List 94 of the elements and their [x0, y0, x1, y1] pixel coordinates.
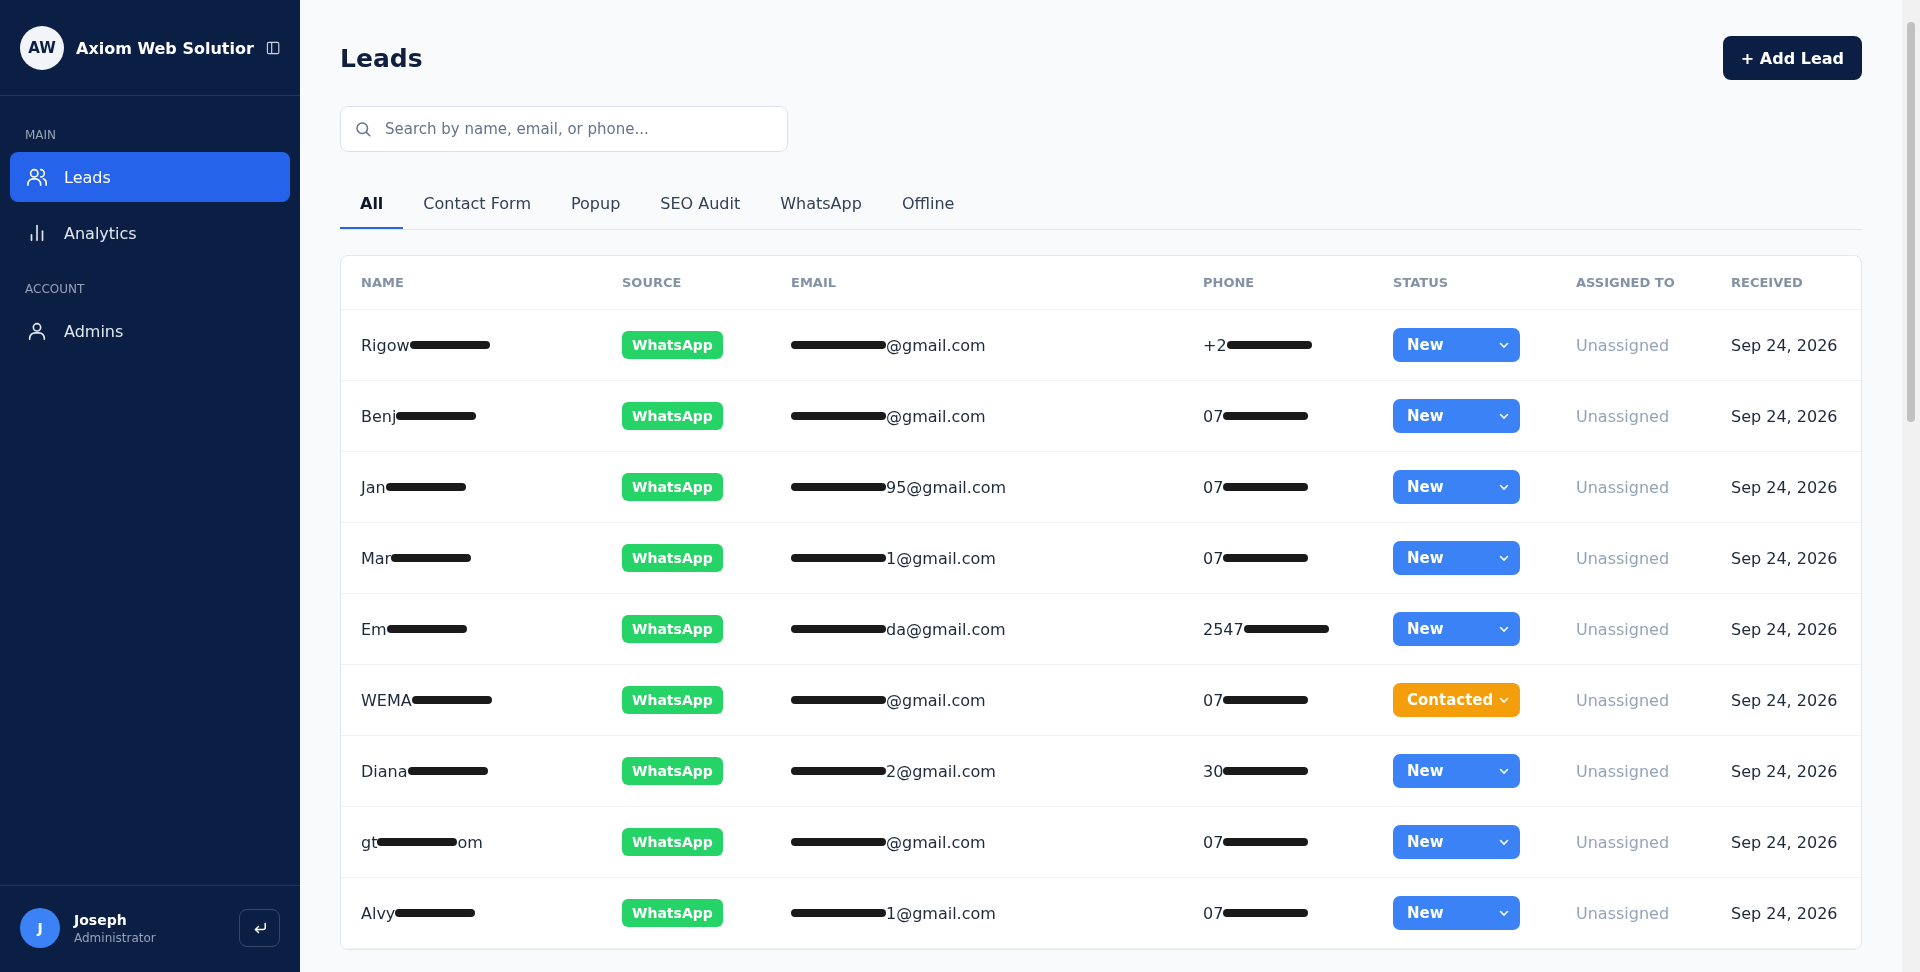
column-header: PHONE: [1203, 275, 1256, 290]
source-badge: WhatsApp: [622, 473, 723, 501]
assignee-text: Unassigned: [1576, 477, 1670, 497]
status-dropdown[interactable]: New: [1393, 541, 1520, 575]
cell-text: 95@gmail.com: [886, 477, 1007, 497]
assignee-text: Unassigned: [1576, 548, 1670, 568]
source-badge: WhatsApp: [622, 828, 723, 856]
date-text: Sep 24, 2026: [1731, 477, 1838, 497]
status-dropdown[interactable]: New: [1393, 470, 1520, 504]
status-dropdown[interactable]: New: [1393, 896, 1520, 930]
date-text: Sep 24, 2026: [1731, 406, 1838, 426]
status-dropdown[interactable]: New: [1393, 825, 1520, 859]
section-title: ACCOUNT: [24, 281, 86, 298]
cell-text: 2547: [1203, 619, 1244, 639]
cell-text: Jan: [361, 477, 386, 497]
filter-tab[interactable]: All: [340, 182, 404, 229]
assignee-text: Unassigned: [1576, 903, 1670, 923]
cell-text: WEMA: [361, 690, 412, 710]
source-badge: WhatsApp: [622, 402, 723, 430]
users-icon: [26, 166, 48, 188]
assignee-text: Unassigned: [1576, 335, 1670, 355]
source-badge: WhatsApp: [622, 331, 723, 359]
status-dropdown[interactable]: New: [1393, 399, 1520, 433]
filter-tab[interactable]: Offline: [881, 182, 975, 229]
nav-item[interactable]: Admins: [10, 306, 290, 356]
assignee-text: Unassigned: [1576, 406, 1670, 426]
cell-text: 07: [1203, 477, 1224, 497]
source-badge: WhatsApp: [622, 899, 723, 927]
date-text: Sep 24, 2026: [1731, 832, 1838, 852]
user-icon: [26, 320, 48, 342]
cell-text: om: [457, 832, 483, 852]
cell-text: @gmail.com: [886, 690, 986, 710]
cell-text: 2@gmail.com: [886, 761, 996, 781]
column-header: SOURCE: [622, 275, 683, 290]
cell-text: Alvy: [361, 903, 396, 923]
page-title: Leads: [340, 43, 423, 73]
cell-text: 1@gmail.com: [886, 548, 996, 568]
cell-text: Em: [361, 619, 387, 639]
brand-logo: AW: [20, 26, 64, 70]
date-text: Sep 24, 2026: [1731, 761, 1838, 781]
user-role: Administrator: [74, 930, 156, 945]
column-header: RECEIVED: [1731, 275, 1804, 290]
cell-text: @gmail.com: [886, 832, 986, 852]
filter-tab[interactable]: SEO Audit: [640, 182, 761, 229]
cell-text: 07: [1203, 903, 1224, 923]
date-text: Sep 24, 2026: [1731, 903, 1838, 923]
cell-text: 30: [1203, 761, 1224, 781]
nav-item[interactable]: Analytics: [10, 208, 290, 258]
filter-tab[interactable]: WhatsApp: [760, 182, 882, 229]
cell-text: 07: [1203, 832, 1224, 852]
assignee-text: Unassigned: [1576, 832, 1670, 852]
source-badge: WhatsApp: [622, 686, 723, 714]
cell-text: Benj: [361, 406, 397, 426]
cell-text: @gmail.com: [886, 335, 986, 355]
status-dropdown[interactable]: New: [1393, 754, 1520, 788]
source-badge: WhatsApp: [622, 757, 723, 785]
source-badge: WhatsApp: [622, 544, 723, 572]
logout-button[interactable]: [239, 909, 280, 947]
nav-item[interactable]: Leads: [10, 152, 290, 202]
search-field[interactable]: Search by name, email, or phone...: [340, 106, 788, 152]
status-dropdown[interactable]: New: [1393, 328, 1520, 362]
cell-text: 1@gmail.com: [886, 903, 996, 923]
user-name: Joseph: [74, 911, 128, 928]
column-header: NAME: [361, 275, 405, 290]
cell-text: Diana: [361, 761, 408, 781]
cell-text: da@gmail.com: [886, 619, 1006, 639]
column-header: ASSIGNED TO: [1576, 275, 1676, 290]
user-avatar: J: [20, 908, 60, 948]
brand-name: Axiom Web Solutior: [76, 38, 254, 58]
source-badge: WhatsApp: [622, 615, 723, 643]
scrollbar[interactable]: [1902, 0, 1920, 972]
assignee-text: Unassigned: [1576, 690, 1670, 710]
cell-text: gt: [361, 832, 378, 852]
cell-text: 07: [1203, 548, 1224, 568]
assignee-text: Unassigned: [1576, 761, 1670, 781]
section-title: MAIN: [24, 127, 58, 144]
filter-tab[interactable]: Contact Form: [403, 182, 551, 229]
cell-text: 07: [1203, 406, 1224, 426]
date-text: Sep 24, 2026: [1731, 335, 1838, 355]
date-text: Sep 24, 2026: [1731, 619, 1838, 639]
status-dropdown[interactable]: New: [1393, 612, 1520, 646]
column-header: EMAIL: [791, 275, 837, 290]
assignee-text: Unassigned: [1576, 619, 1670, 639]
filter-tab[interactable]: Popup: [551, 182, 641, 229]
search-icon: [354, 120, 372, 138]
date-text: Sep 24, 2026: [1731, 690, 1838, 710]
cell-text: @gmail.com: [886, 406, 986, 426]
cell-text: +2: [1203, 335, 1227, 355]
date-text: Sep 24, 2026: [1731, 548, 1838, 568]
cell-text: Mar: [361, 548, 392, 568]
column-header: STATUS: [1393, 275, 1450, 290]
add-lead-button[interactable]: + Add Lead: [1722, 36, 1862, 80]
cell-text: Rigow: [361, 335, 410, 355]
cell-text: 07: [1203, 690, 1224, 710]
